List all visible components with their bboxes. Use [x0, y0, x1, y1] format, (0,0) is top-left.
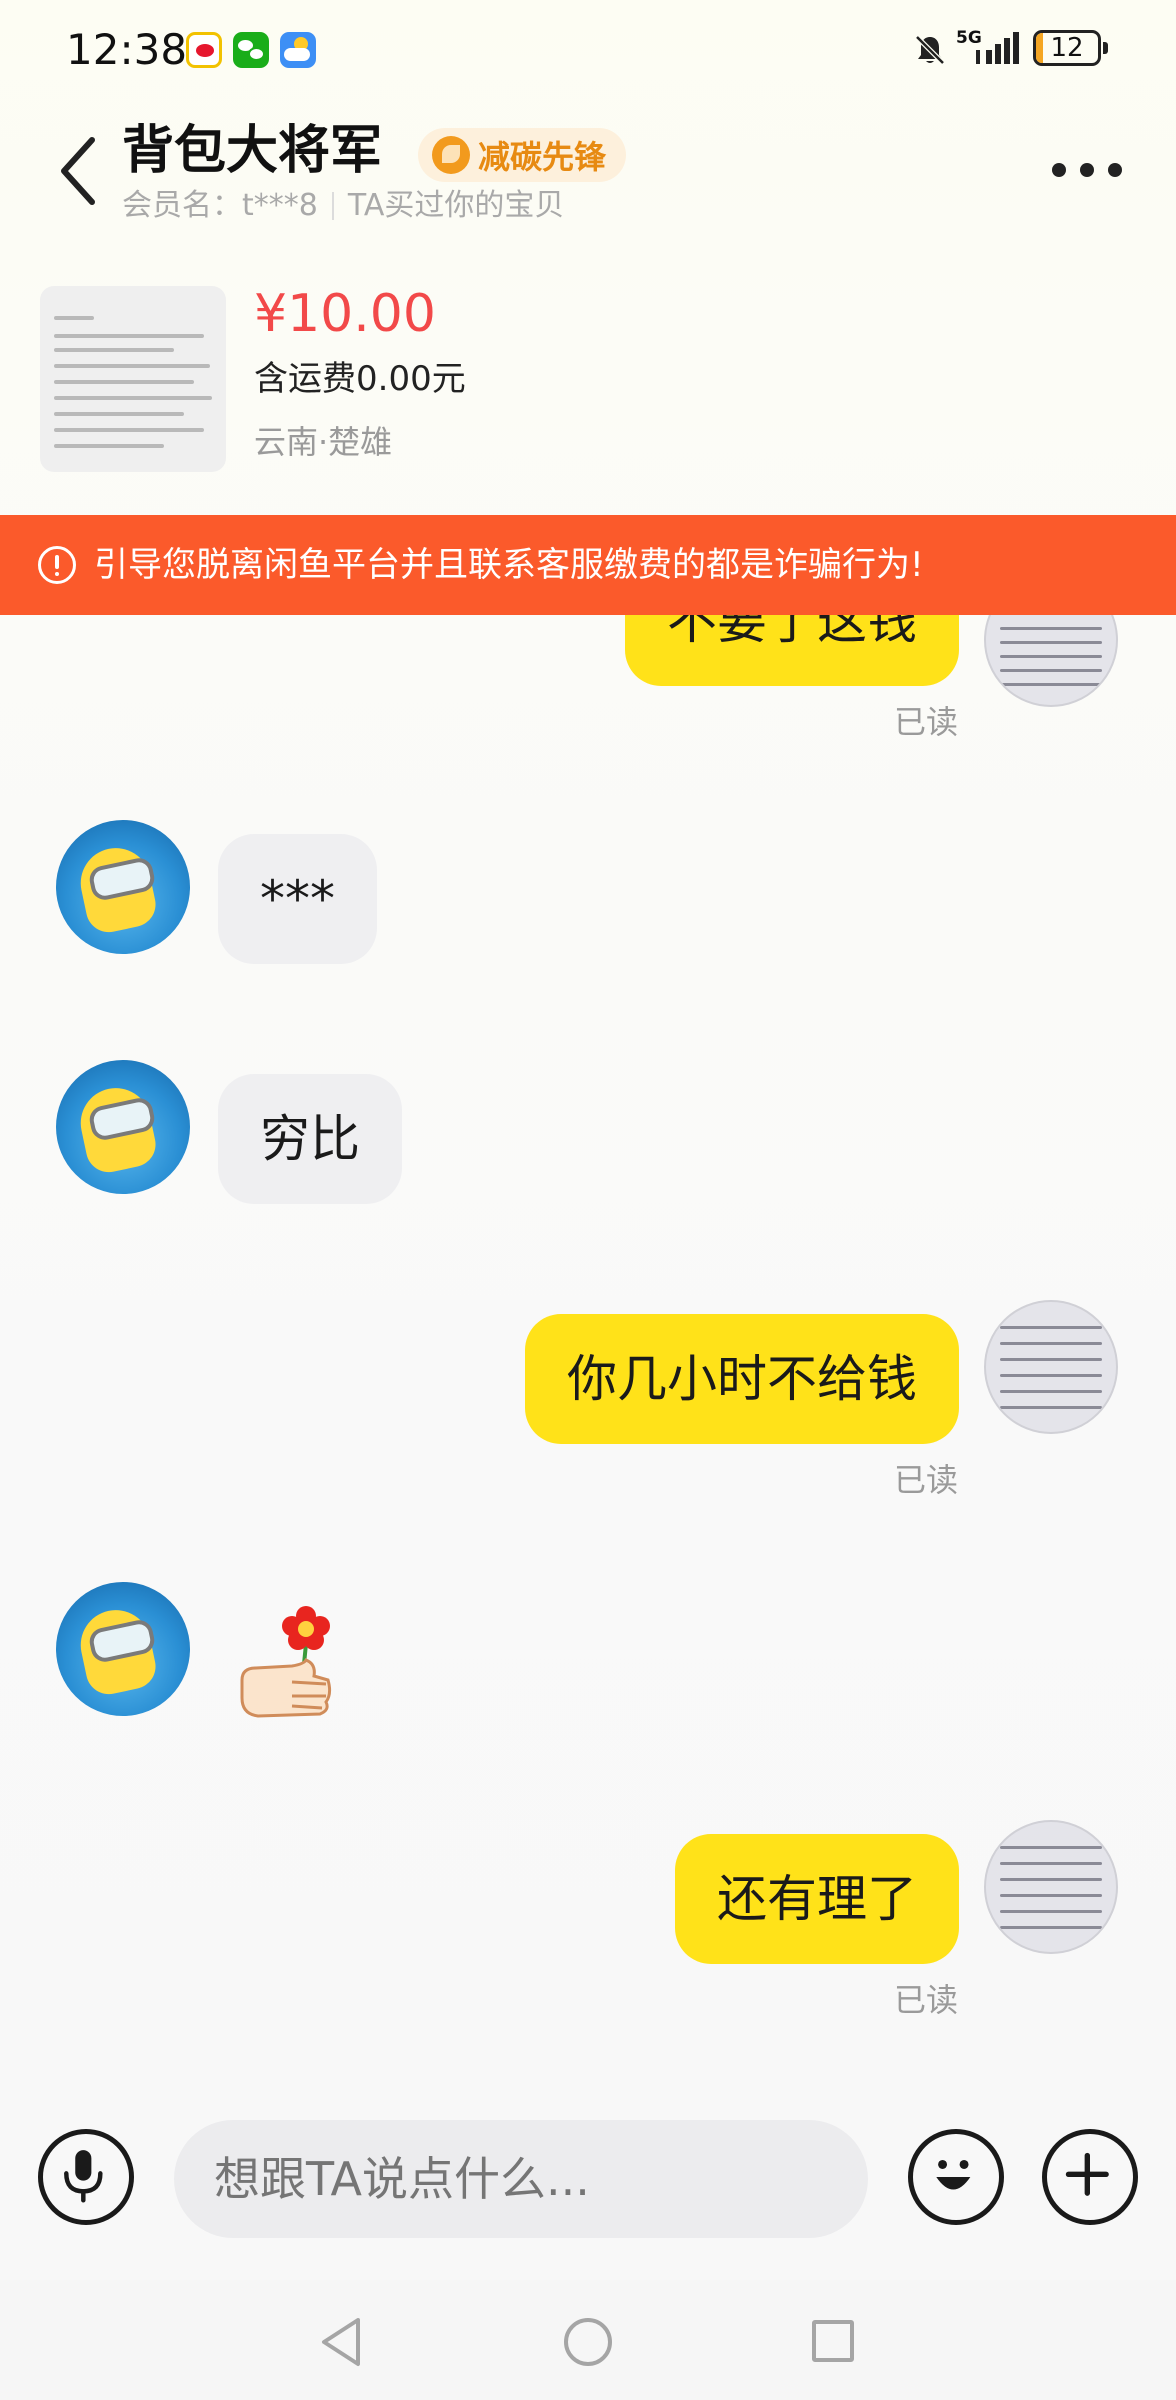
- nav-back-icon[interactable]: [318, 2316, 364, 2368]
- wechat-icon: [233, 32, 269, 68]
- product-price: ¥10.00: [254, 284, 436, 344]
- badge-label: 减碳先锋: [478, 138, 607, 176]
- nav-recents-icon[interactable]: [812, 2320, 854, 2362]
- message-bubble-theirs[interactable]: 穷比: [218, 1074, 402, 1204]
- smiley-icon: [936, 2159, 971, 2190]
- emoji-button[interactable]: [908, 2129, 1004, 2225]
- battery-text: 12: [1050, 33, 1084, 63]
- voice-input-button[interactable]: [38, 2129, 134, 2225]
- back-arrow-icon[interactable]: [56, 136, 100, 206]
- message-bubble-mine[interactable]: 你几小时不给钱: [525, 1314, 959, 1444]
- message-bubble-mine[interactable]: 不要了这钱: [625, 615, 959, 686]
- chat-area[interactable]: 不要了这钱 已读 *** 穷比 你几小时不给钱 已读 还有理了 已读: [0, 615, 1176, 2105]
- product-location: 云南·楚雄: [254, 423, 393, 461]
- more-dot-icon: [1052, 163, 1066, 177]
- more-options-button[interactable]: [1052, 160, 1122, 180]
- message-input[interactable]: [174, 2120, 868, 2238]
- my-avatar[interactable]: [984, 1820, 1118, 1954]
- nav-home-icon[interactable]: [564, 2318, 612, 2366]
- seller-avatar[interactable]: [56, 1582, 190, 1716]
- read-status: 已读: [894, 703, 959, 741]
- member-info: 会员名：t***8 TA买过你的宝贝: [122, 186, 564, 226]
- bell-off-icon: [915, 35, 945, 65]
- more-actions-button[interactable]: [1042, 2129, 1138, 2225]
- my-avatar[interactable]: [984, 1300, 1118, 1434]
- plus-icon: [1065, 2152, 1109, 2196]
- divider: [331, 192, 334, 220]
- purchase-note: TA买过你的宝贝: [347, 188, 565, 223]
- thumbs-up-flower-sticker[interactable]: [234, 1598, 334, 1724]
- more-dot-icon: [1108, 163, 1122, 177]
- more-dot-icon: [1080, 163, 1094, 177]
- seller-name[interactable]: 背包大将军: [122, 118, 382, 184]
- member-name: 会员名：t***8: [122, 188, 318, 223]
- product-thumbnail[interactable]: [40, 286, 226, 472]
- leaf-icon: [432, 136, 470, 174]
- message-bubble-theirs[interactable]: ***: [218, 834, 377, 964]
- product-shipping: 含运费0.00元: [254, 359, 466, 399]
- status-time: 12:38: [66, 25, 188, 74]
- seller-avatar[interactable]: [56, 820, 190, 954]
- read-status: 已读: [894, 1461, 959, 1499]
- fraud-warning-banner: 引导您脱离闲鱼平台并且联系客服缴费的都是诈骗行为!: [0, 515, 1176, 615]
- battery-icon: 12: [1033, 30, 1101, 66]
- warning-icon: [38, 546, 76, 584]
- weather-icon: [280, 32, 316, 68]
- seller-avatar[interactable]: [56, 1060, 190, 1194]
- microphone-icon: [64, 2150, 103, 2203]
- battery-nub: [1103, 42, 1108, 54]
- carbon-badge[interactable]: 减碳先锋: [418, 128, 627, 182]
- message-bubble-mine[interactable]: 还有理了: [675, 1834, 959, 1964]
- warning-text: 引导您脱离闲鱼平台并且联系客服缴费的都是诈骗行为!: [94, 545, 924, 585]
- signal-icon: [976, 32, 1019, 64]
- weibo-icon: [186, 32, 222, 68]
- read-status: 已读: [894, 1981, 959, 2019]
- my-avatar[interactable]: [984, 615, 1118, 707]
